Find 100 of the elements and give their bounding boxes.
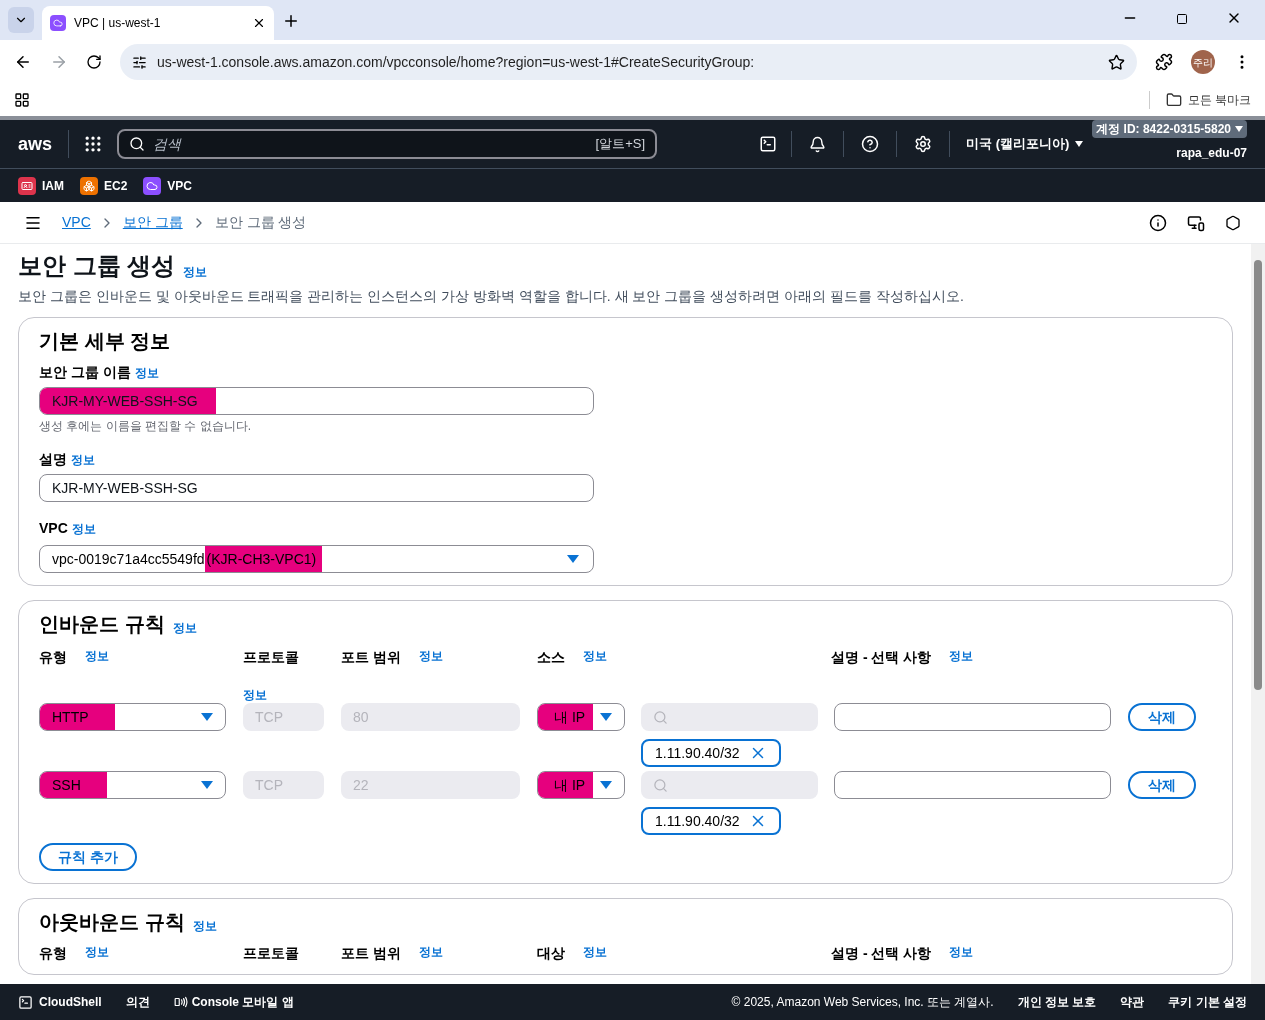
maximize-icon[interactable] — [1176, 13, 1188, 25]
add-rule-button[interactable]: 규칙 추가 — [39, 843, 137, 871]
info-link[interactable]: 정보 — [949, 943, 974, 964]
caret-icon — [600, 713, 612, 721]
close-icon[interactable] — [252, 16, 266, 30]
info-link[interactable]: 정보 — [183, 263, 208, 281]
footer-link[interactable]: 약관 — [1120, 993, 1145, 1011]
footer-link[interactable]: 개인 정보 보호 — [1017, 993, 1097, 1011]
extensions-icon[interactable] — [1155, 53, 1173, 71]
help-icon[interactable] — [861, 135, 880, 153]
delete-button[interactable]: 삭제 — [1128, 703, 1196, 731]
caret-icon — [1075, 141, 1084, 147]
bookmarks-folder[interactable]: 모든 북마크 — [1165, 91, 1251, 109]
info-link[interactable]: 정보 — [192, 917, 217, 935]
site-settings-icon[interactable] — [132, 54, 147, 70]
hexagon-icon[interactable] — [1225, 214, 1241, 231]
mobile-app-link[interactable]: Console 모바일 앱 — [173, 993, 294, 1011]
tab-list-button[interactable] — [8, 7, 34, 33]
notifications-icon[interactable] — [809, 135, 827, 153]
caret-icon — [600, 781, 612, 789]
caret-icon — [201, 713, 213, 721]
description-field[interactable] — [834, 703, 1111, 731]
type-value: HTTP — [40, 704, 115, 730]
vpc-name: (KJR-CH3-VPC1) — [204, 546, 323, 572]
feedback-icon[interactable] — [1187, 213, 1205, 232]
settings-icon[interactable] — [914, 135, 933, 153]
shortcut-hint: [알트+S] — [595, 135, 646, 154]
column-header: 포트 범위 — [341, 944, 401, 963]
copyright-text: © 2025, Amazon Web Services, Inc. 또는 계열사. — [731, 994, 994, 1011]
back-icon[interactable] — [14, 53, 32, 71]
source-value: 내 IP — [538, 704, 594, 730]
column-header: 소스 — [537, 648, 565, 667]
apps-icon[interactable] — [14, 92, 30, 108]
cloudshell-icon[interactable] — [759, 135, 778, 153]
service-shortcut[interactable]: IAM — [18, 176, 64, 195]
info-link[interactable]: 정보 — [71, 450, 95, 469]
info-link[interactable]: 정보 — [134, 363, 159, 382]
info-link[interactable]: 정보 — [71, 519, 96, 538]
info-link[interactable]: 정보 — [85, 943, 109, 964]
aws-logo[interactable]: aws — [18, 135, 53, 153]
search-icon — [653, 777, 668, 793]
region-selector[interactable]: 미국 (캘리포니아) — [966, 134, 1084, 154]
info-link[interactable]: 정보 — [85, 647, 109, 668]
info-link[interactable]: 정보 — [243, 686, 267, 704]
cloudshell-button[interactable]: CloudShell — [18, 993, 102, 1011]
forward-icon[interactable] — [50, 53, 68, 71]
profile-avatar[interactable]: 주리 — [1191, 50, 1215, 74]
vpc-id: vpc-0019c71a4cc5549fd — [52, 549, 205, 569]
account-id-badge[interactable]: 계정 ID: 8422-0315-5820 — [1092, 120, 1247, 138]
service-shortcut[interactable]: EC2 — [80, 176, 128, 195]
info-link[interactable]: 정보 — [418, 647, 443, 668]
type-select[interactable]: HTTP — [39, 703, 226, 731]
type-select[interactable]: SSH — [39, 771, 226, 799]
search-icon — [653, 709, 668, 725]
cidr-value: 1.11.90.40/32 — [655, 811, 740, 831]
info-link[interactable]: 정보 — [583, 647, 607, 668]
feedback-link[interactable]: 의견 — [125, 993, 150, 1011]
column-header: 프로토콜 — [243, 648, 299, 667]
column-header: 프로토콜 — [243, 944, 299, 963]
caret-icon — [567, 555, 579, 563]
info-link[interactable]: 정보 — [949, 647, 974, 668]
search-field[interactable]: 검색 [알트+S] — [117, 129, 658, 159]
source-search-field[interactable] — [641, 703, 818, 731]
column-header: 대상 — [537, 944, 565, 963]
info-link[interactable]: 정보 — [418, 943, 443, 964]
input-field[interactable]: KJR-MY-WEB-SSH-SG — [39, 474, 594, 502]
url-text: us-west-1.console.aws.amazon.com/vpcconsole/home?region=us-west-1#CreateSecurityGroup: — [157, 52, 756, 72]
address-bar[interactable]: us-west-1.console.aws.amazon.com/vpcconsole/home?region=us-west-1#CreateSecurityGroup: — [120, 44, 1137, 80]
source-value: 내 IP — [538, 772, 594, 798]
breadcrumb-link[interactable]: VPC — [62, 212, 91, 233]
scrollbar[interactable] — [1251, 244, 1265, 984]
breadcrumb-link[interactable]: 보안 그룹 — [122, 212, 183, 233]
input-field[interactable]: KJR-MY-WEB-SSH-SG — [39, 387, 594, 415]
field-value: KJR-MY-WEB-SSH-SG — [51, 478, 199, 498]
bookmark-star-icon[interactable] — [1108, 53, 1125, 71]
browser-tab[interactable]: VPC | us-west-1 — [42, 6, 274, 40]
info-link[interactable]: 정보 — [172, 619, 197, 637]
source-select[interactable]: 내 IP — [537, 771, 625, 799]
source-search-field[interactable] — [641, 771, 818, 799]
vpc-favicon-icon — [50, 15, 66, 31]
info-icon[interactable] — [1149, 213, 1167, 232]
section-title: 아웃바운드 규칙 — [39, 910, 185, 935]
reload-icon[interactable] — [86, 54, 102, 70]
caret-icon — [201, 781, 213, 789]
source-select[interactable]: 내 IP — [537, 703, 625, 731]
service-shortcut[interactable]: VPC — [143, 176, 193, 195]
info-link[interactable]: 정보 — [583, 943, 607, 964]
column-header: 포트 범위 — [341, 648, 401, 667]
description-field[interactable] — [834, 771, 1111, 799]
delete-button[interactable]: 삭제 — [1128, 771, 1196, 799]
column-header: 유형 — [39, 648, 67, 667]
type-value: SSH — [40, 772, 107, 798]
tab-title: VPC | us-west-1 — [74, 15, 162, 32]
phone-icon — [173, 995, 188, 1009]
user-name[interactable]: rapa_edu-07 — [1176, 144, 1247, 162]
footer-link[interactable]: 쿠키 기본 설정 — [1168, 993, 1247, 1011]
section-title: 인바운드 규칙 — [39, 612, 165, 637]
vpc-select[interactable]: vpc-0019c71a4cc5549fd(KJR-CH3-VPC1) — [39, 545, 594, 573]
field-label: VPC — [39, 519, 68, 538]
new-tab-icon[interactable] — [282, 12, 300, 30]
